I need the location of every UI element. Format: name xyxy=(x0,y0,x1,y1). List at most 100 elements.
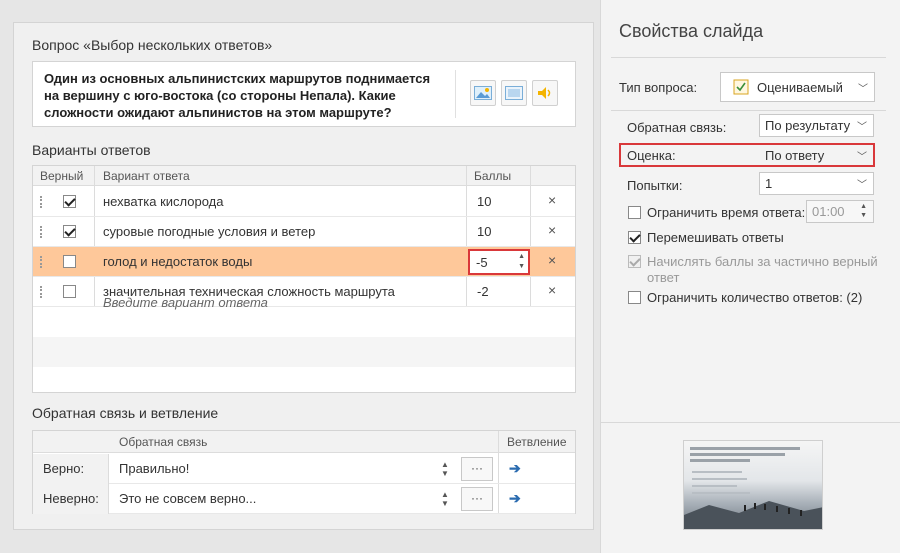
divider xyxy=(611,110,886,111)
limit-answers-label: Ограничить количество ответов: (2) xyxy=(647,290,863,305)
stepper-up-icon[interactable]: ▲ xyxy=(518,253,525,260)
feedback-label: Неверно: xyxy=(33,484,109,514)
insert-video-icon[interactable] xyxy=(501,80,527,106)
question-editor-panel: Вопрос «Выбор нескольких ответов» Один и… xyxy=(13,22,594,530)
partial-score-label: Начислять баллы за частично верный xyxy=(647,254,878,269)
empty-row xyxy=(33,337,575,367)
header-correct: Верный xyxy=(40,169,84,183)
stepper-down-icon[interactable]: ▼ xyxy=(860,212,867,219)
mountain-climbers-image xyxy=(684,501,822,529)
drag-handle-icon[interactable] xyxy=(40,256,43,268)
drag-handle-icon[interactable] xyxy=(40,226,43,238)
question-media-divider xyxy=(455,70,456,118)
thumbnail-option-line xyxy=(692,471,742,473)
shuffle-answers-checkbox[interactable] xyxy=(628,231,641,244)
feedback-mode-dropdown[interactable]: По результату ﹀ xyxy=(759,114,874,137)
answer-text[interactable]: нехватка кислорода xyxy=(103,194,224,209)
divider xyxy=(601,422,900,423)
header-feedback: Обратная связь xyxy=(119,435,208,449)
question-type-label: Тип вопроса: xyxy=(619,80,698,95)
divider xyxy=(611,57,886,58)
header-branching: Ветвление xyxy=(507,435,567,449)
answer-row[interactable]: нехватка кислорода 10 × xyxy=(33,187,575,217)
answer-points[interactable]: -2 xyxy=(477,284,489,299)
reorder-arrows-icon[interactable]: ▲ ▼ xyxy=(441,460,449,478)
insert-audio-icon[interactable] xyxy=(532,80,558,106)
thumbnail-text-line xyxy=(690,447,800,450)
slide-properties-panel: Свойства слайда Тип вопроса: Оцениваемый… xyxy=(600,0,900,553)
feedback-table: Обратная связь Ветвление Верно: Правильн… xyxy=(32,430,576,514)
drag-handle-icon[interactable] xyxy=(40,286,43,298)
delete-answer-icon[interactable]: × xyxy=(548,282,556,298)
limit-time-label: Ограничить время ответа: xyxy=(647,205,806,220)
limit-time-checkbox[interactable] xyxy=(628,206,641,219)
feedback-more-button[interactable]: ··· xyxy=(461,457,493,481)
answers-section-title: Варианты ответов xyxy=(32,142,151,158)
answers-table: Верный Вариант ответа Баллы нехватка кис… xyxy=(32,165,576,393)
correct-checkbox[interactable] xyxy=(63,225,76,238)
header-points: Баллы xyxy=(474,169,512,183)
feedback-text[interactable]: Правильно! xyxy=(119,461,189,476)
feedback-mode-value: По результату xyxy=(765,118,851,133)
header-answer: Вариант ответа xyxy=(103,169,190,183)
time-limit-input[interactable]: 01:00 ▲ ▼ xyxy=(806,200,874,223)
answer-text[interactable]: суровые погодные условия и ветер xyxy=(103,224,315,239)
feedback-text[interactable]: Это не совсем верно... xyxy=(119,491,256,506)
feedback-row-correct[interactable]: Верно: Правильно! ▲ ▼ ··· ➔ xyxy=(33,454,575,484)
correct-checkbox[interactable] xyxy=(63,195,76,208)
partial-score-label-continued: ответ xyxy=(647,270,680,285)
scoring-dropdown[interactable]: По ответу ﹀ xyxy=(759,144,874,166)
slide-thumbnail[interactable] xyxy=(683,440,823,530)
delete-answer-icon[interactable]: × xyxy=(548,192,556,208)
thumbnail-text-line xyxy=(690,459,750,462)
chevron-down-icon: ﹀ xyxy=(857,122,867,133)
attempts-label: Попытки: xyxy=(627,178,683,193)
answer-row[interactable]: суровые погодные условия и ветер 10 × xyxy=(33,217,575,247)
thumbnail-option-line xyxy=(692,485,737,487)
partial-score-checkbox xyxy=(628,255,641,268)
drag-handle-icon[interactable] xyxy=(40,196,43,208)
answer-points[interactable]: 10 xyxy=(477,224,491,239)
question-section-title: Вопрос «Выбор нескольких ответов» xyxy=(32,37,273,53)
points-stepper[interactable]: -5 ▲ ▼ xyxy=(468,249,530,275)
question-type-value: Оцениваемый xyxy=(757,80,843,95)
feedback-header-row: Обратная связь Ветвление xyxy=(33,431,575,453)
branch-arrow-icon[interactable]: ➔ xyxy=(509,490,521,507)
feedback-section-title: Обратная связь и ветвление xyxy=(32,405,219,421)
question-type-dropdown[interactable]: Оцениваемый ﹀ xyxy=(720,72,875,102)
shuffle-answers-label: Перемешивать ответы xyxy=(647,230,784,245)
graded-question-icon xyxy=(733,79,749,95)
time-limit-value: 01:00 xyxy=(812,204,845,219)
limit-answers-checkbox[interactable] xyxy=(628,291,641,304)
branch-arrow-icon[interactable]: ➔ xyxy=(509,460,521,477)
new-answer-placeholder[interactable]: Введите вариант ответа xyxy=(103,295,268,310)
answer-points[interactable]: 10 xyxy=(477,194,491,209)
feedback-label: Верно: xyxy=(33,454,109,484)
question-text-box[interactable]: Один из основных альпинистских маршрутов… xyxy=(32,61,576,127)
properties-title: Свойства слайда xyxy=(619,21,764,41)
reorder-arrows-icon[interactable]: ▲ ▼ xyxy=(441,490,449,508)
feedback-row-incorrect[interactable]: Неверно: Это не совсем верно... ▲ ▼ ··· ➔ xyxy=(33,484,575,514)
delete-answer-icon[interactable]: × xyxy=(548,252,556,268)
points-value[interactable]: -5 xyxy=(476,255,488,270)
insert-image-icon[interactable] xyxy=(470,80,496,106)
chevron-down-icon: ﹀ xyxy=(858,84,868,95)
attempts-value: 1 xyxy=(765,176,773,191)
stepper-down-icon[interactable]: ▼ xyxy=(518,263,525,270)
correct-checkbox[interactable] xyxy=(63,285,76,298)
answers-header-row: Верный Вариант ответа Баллы xyxy=(33,166,575,186)
feedback-mode-label: Обратная связь: xyxy=(627,120,727,135)
attempts-dropdown[interactable]: 1 ﹀ xyxy=(759,172,874,195)
thumbnail-option-line xyxy=(692,478,747,480)
chevron-down-icon: ﹀ xyxy=(857,180,867,191)
correct-checkbox[interactable] xyxy=(63,255,76,268)
chevron-down-icon: ﹀ xyxy=(857,152,867,163)
feedback-more-button[interactable]: ··· xyxy=(461,487,493,511)
answer-text[interactable]: голод и недостаток воды xyxy=(103,254,252,269)
thumbnail-text-line xyxy=(690,453,785,456)
stepper-up-icon[interactable]: ▲ xyxy=(860,203,867,210)
answer-row-selected[interactable]: голод и недостаток воды -5 ▲ ▼ × xyxy=(33,247,575,277)
delete-answer-icon[interactable]: × xyxy=(548,222,556,238)
question-text[interactable]: Один из основных альпинистских маршрутов… xyxy=(44,70,444,121)
scoring-value: По ответу xyxy=(765,148,825,163)
